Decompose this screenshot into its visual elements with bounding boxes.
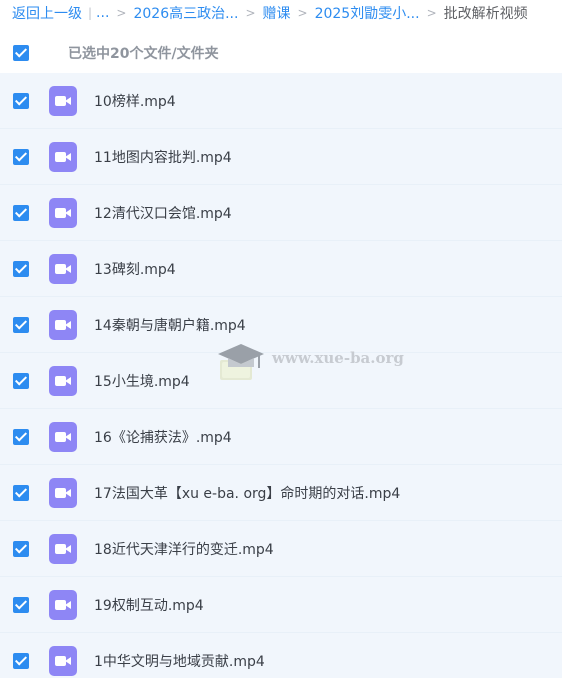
file-name[interactable]: 14秦朝与唐朝户籍.mp4: [94, 315, 246, 335]
video-file-icon: [49, 85, 77, 116]
file-row[interactable]: 12清代汉口会馆.mp4: [0, 185, 562, 241]
file-row[interactable]: 18近代天津洋行的变迁.mp4: [0, 521, 562, 577]
file-name[interactable]: 10榜样.mp4: [94, 91, 176, 111]
file-name[interactable]: 17法国大革【xu e-ba. org】命时期的对话.mp4: [94, 483, 400, 503]
breadcrumb-separator-icon: >: [116, 6, 127, 20]
video-file-icon: [49, 141, 77, 172]
video-file-icon: [49, 645, 77, 676]
file-name[interactable]: 16《论捕获法》.mp4: [94, 427, 232, 447]
file-name[interactable]: 13碑刻.mp4: [94, 259, 176, 279]
file-row[interactable]: 10榜样.mp4: [0, 73, 562, 129]
video-file-icon: [49, 253, 77, 284]
breadcrumb-separator-icon: >: [426, 6, 437, 20]
video-file-icon: [49, 197, 77, 228]
breadcrumb-item[interactable]: 赠课: [263, 3, 291, 23]
file-row[interactable]: 19权制互动.mp4: [0, 577, 562, 633]
file-checkbox[interactable]: [13, 596, 29, 613]
video-file-icon: [49, 421, 77, 452]
file-name[interactable]: 18近代天津洋行的变迁.mp4: [94, 539, 274, 559]
file-name[interactable]: 19权制互动.mp4: [94, 595, 204, 615]
file-checkbox[interactable]: [13, 316, 29, 333]
selection-count: 已选中20个文件/文件夹: [68, 46, 219, 62]
file-checkbox[interactable]: [13, 92, 29, 109]
breadcrumb-item[interactable]: 2025刘勖雯小...: [315, 3, 420, 23]
file-checkbox[interactable]: [13, 540, 29, 557]
file-checkbox[interactable]: [13, 372, 29, 389]
file-checkbox[interactable]: [13, 428, 29, 445]
file-list: 10榜样.mp4 11地图内容批判.mp4 12清代汉口会馆.mp4 13碑刻.…: [0, 73, 562, 678]
file-name[interactable]: 15小生境.mp4: [94, 371, 190, 391]
file-checkbox[interactable]: [13, 484, 29, 501]
video-file-icon: [49, 533, 77, 564]
video-file-icon: [49, 589, 77, 620]
file-checkbox[interactable]: [13, 204, 29, 221]
file-name[interactable]: 11地图内容批判.mp4: [94, 147, 232, 167]
file-row[interactable]: 13碑刻.mp4: [0, 241, 562, 297]
file-row[interactable]: 11地图内容批判.mp4: [0, 129, 562, 185]
breadcrumb-ellipsis[interactable]: ...: [96, 5, 109, 21]
breadcrumb-divider: |: [88, 6, 93, 20]
back-link[interactable]: 返回上一级: [12, 3, 82, 23]
file-row[interactable]: 1中华文明与地域贡献.mp4: [0, 633, 562, 678]
file-row[interactable]: 14秦朝与唐朝户籍.mp4: [0, 297, 562, 353]
video-file-icon: [49, 477, 77, 508]
file-name[interactable]: 12清代汉口会馆.mp4: [94, 203, 232, 223]
breadcrumb-separator-icon: >: [297, 6, 308, 20]
file-name[interactable]: 1中华文明与地域贡献.mp4: [94, 651, 265, 671]
video-file-icon: [49, 365, 77, 396]
file-row[interactable]: 15小生境.mp4: [0, 353, 562, 409]
file-row[interactable]: 17法国大革【xu e-ba. org】命时期的对话.mp4: [0, 465, 562, 521]
breadcrumb-item[interactable]: 2026高三政治...: [133, 3, 238, 23]
selection-header: 已选中20个文件/文件夹: [0, 36, 562, 70]
video-file-icon: [49, 309, 77, 340]
file-checkbox[interactable]: [13, 260, 29, 277]
select-all-checkbox[interactable]: [13, 45, 29, 61]
file-checkbox[interactable]: [13, 652, 29, 669]
file-browser: 返回上一级 | ... > 2026高三政治... > 赠课 > 2025刘勖雯…: [0, 0, 562, 678]
breadcrumb-separator-icon: >: [245, 6, 256, 20]
breadcrumb: 返回上一级 | ... > 2026高三政治... > 赠课 > 2025刘勖雯…: [0, 0, 562, 26]
file-checkbox[interactable]: [13, 148, 29, 165]
file-row[interactable]: 16《论捕获法》.mp4: [0, 409, 562, 465]
breadcrumb-current: 批改解析视频: [443, 6, 528, 22]
